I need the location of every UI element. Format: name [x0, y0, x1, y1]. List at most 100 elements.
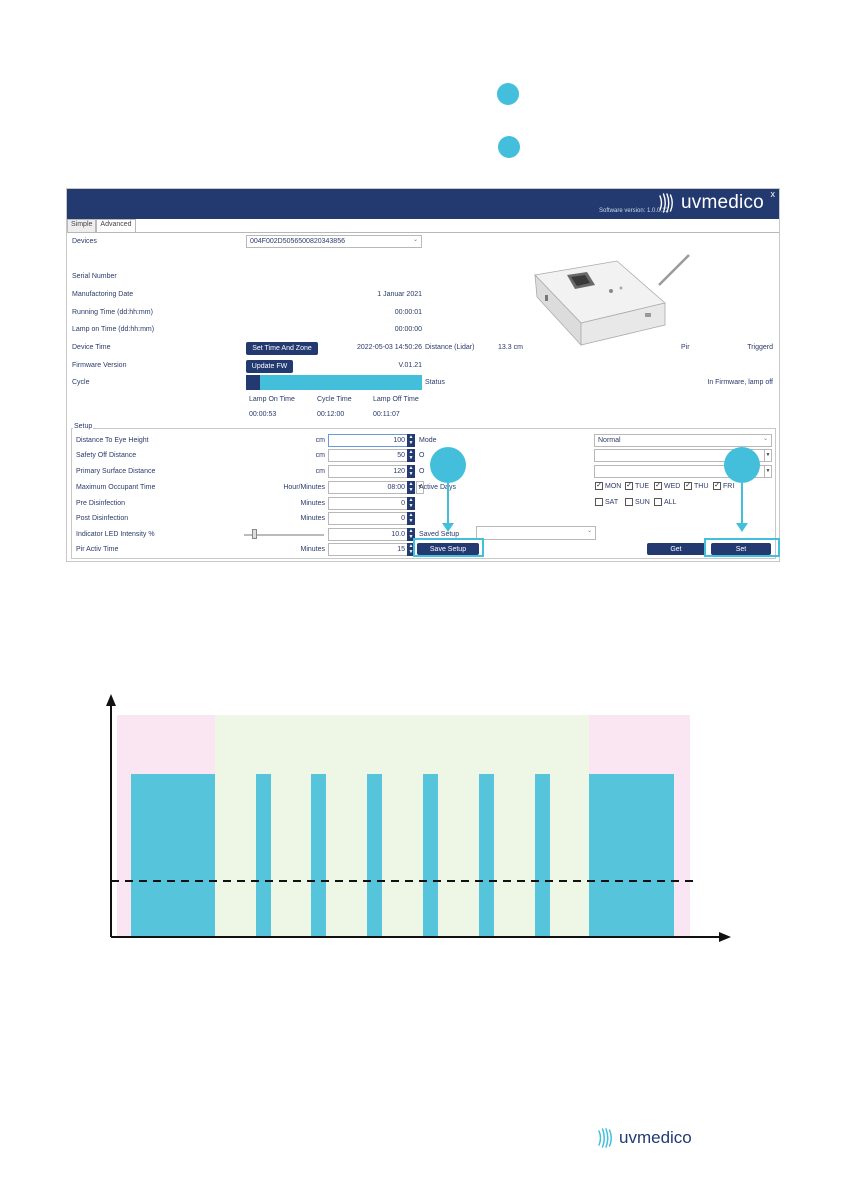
post-disinfection-spinner[interactable]: ▲ ▼: [407, 512, 415, 525]
update-fw-button[interactable]: Update FW: [246, 360, 293, 373]
setup-label-led-intensity: Indicator LED Intensity %: [76, 531, 155, 538]
footer-logo: uvmedico: [596, 1126, 692, 1150]
option-3-dropdown[interactable]: ▼: [764, 465, 772, 478]
callout-dot-save: [430, 447, 466, 483]
day-fri-checkbox[interactable]: ✓ FRI: [713, 482, 734, 490]
get-button[interactable]: Get: [647, 543, 705, 555]
devices-select[interactable]: 004F002D5056500820343856 ⌄: [246, 235, 422, 248]
option-3-label: O: [419, 468, 425, 475]
distance-eye-spinner[interactable]: ▲ ▼: [407, 434, 415, 447]
checkbox-thu[interactable]: ✓: [684, 482, 692, 490]
day-all-checkbox[interactable]: ALL: [654, 498, 676, 506]
checkbox-mon[interactable]: ✓: [595, 482, 603, 490]
devices-label: Devices: [72, 238, 97, 245]
active-days-label: Active Days: [419, 484, 456, 491]
day-sat-checkbox[interactable]: SAT: [595, 498, 618, 506]
chevron-down-icon: ⌄: [586, 528, 592, 534]
callout-box-set: [704, 538, 780, 557]
checkbox-sun[interactable]: [625, 498, 633, 506]
timeline-diagram: [106, 694, 731, 942]
running-time-label: Running Time (dd:hh:mm): [72, 309, 153, 316]
mode-label: Mode: [419, 437, 437, 444]
setup-label-safety-off: Safety Off Distance: [76, 452, 137, 459]
post-disinfection-input[interactable]: 0: [328, 512, 408, 525]
app-brand: uvmedico: [681, 192, 764, 213]
status-label: Status: [425, 379, 445, 386]
device-time-label: Device Time: [72, 344, 111, 351]
checkbox-fri[interactable]: ✓: [713, 482, 721, 490]
bar-3: [367, 774, 382, 937]
distance-value: 13.3 cm: [498, 344, 523, 351]
day-sun-checkbox[interactable]: SUN: [625, 498, 650, 506]
callout-line-save: [447, 483, 449, 525]
zone-green: [215, 715, 589, 937]
device-time-value: 2022-05-03 14:50:26: [357, 344, 422, 351]
safety-off-input[interactable]: 50: [328, 449, 408, 462]
max-occupant-spinner[interactable]: ▲ ▼: [407, 481, 415, 494]
running-time-value: 00:00:01: [394, 309, 422, 316]
step-dot-2: [498, 136, 520, 158]
bar-2: [311, 774, 326, 937]
primary-surface-spinner[interactable]: ▲ ▼: [407, 465, 415, 478]
title-bar: uvmedico Software version: 1.0.0.12 x: [67, 189, 779, 219]
setup-unit-safety-off: cm: [315, 452, 325, 459]
day-wed-checkbox[interactable]: ✓ WED: [654, 482, 680, 490]
cycle-time-value: 00:12:00: [317, 411, 345, 418]
day-mon-checkbox[interactable]: ✓ MON: [595, 482, 621, 490]
setup-label-max-occupant: Maximum Occupant Time: [76, 484, 156, 491]
distance-label: Distance (Lidar): [425, 344, 475, 351]
callout-box-save: [413, 538, 484, 557]
setup-label-pir-activ: Pir Activ Time: [76, 546, 119, 553]
checkbox-sat[interactable]: [595, 498, 603, 506]
step-dot-1: [497, 83, 519, 105]
day-fri-label: FRI: [723, 482, 735, 490]
callout-arrow-set: [736, 523, 748, 532]
setup-unit-pre-disinfection: Minutes: [300, 500, 325, 507]
day-tue-checkbox[interactable]: ✓ TUE: [625, 482, 649, 490]
tab-advanced[interactable]: Advanced: [96, 219, 136, 232]
mode-select-value: Normal: [598, 437, 621, 444]
checkbox-tue[interactable]: ✓: [625, 482, 633, 490]
day-thu-checkbox[interactable]: ✓ THU: [684, 482, 708, 490]
lamp-off-time-header: Lamp Off Time: [373, 396, 419, 403]
setup-title: Setup: [73, 423, 94, 430]
x-axis-arrow: [719, 932, 731, 942]
safety-off-spinner[interactable]: ▲ ▼: [407, 449, 415, 462]
mfg-date-label: Manufactoring Date: [72, 291, 134, 298]
callout-arrow-save: [442, 523, 454, 532]
distance-eye-input[interactable]: 100: [328, 434, 408, 447]
y-axis-arrow: [106, 694, 116, 706]
callout-line-set: [741, 483, 743, 525]
primary-surface-input[interactable]: 120: [328, 465, 408, 478]
set-time-zone-button[interactable]: Set Time And Zone: [246, 342, 318, 355]
setup-unit-primary-surface: cm: [315, 468, 325, 475]
pre-disinfection-input[interactable]: 0: [328, 497, 408, 510]
pir-value: Triggerd: [747, 344, 773, 351]
day-all-label: ALL: [664, 498, 677, 506]
pir-activ-input[interactable]: 15: [328, 543, 408, 556]
led-intensity-slider-thumb[interactable]: [252, 529, 257, 539]
bar-wide-left: [131, 774, 215, 937]
lamp-off-time-value: 00:11:07: [373, 411, 400, 418]
checkbox-all[interactable]: [654, 498, 662, 506]
saved-setup-select[interactable]: ⌄: [476, 526, 596, 540]
setup-unit-post-disinfection: Minutes: [300, 515, 325, 522]
cycle-progress-bar: [246, 375, 422, 390]
setup-label-distance-eye: Distance To Eye Height: [76, 437, 149, 444]
checkbox-wed[interactable]: ✓: [654, 482, 662, 490]
uvmedico-logo-icon: [598, 1128, 612, 1148]
pre-disinfection-spinner[interactable]: ▲ ▼: [407, 497, 415, 510]
led-intensity-input[interactable]: 10.0: [328, 528, 408, 541]
mode-select[interactable]: Normal ⌄: [594, 434, 772, 447]
tab-simple[interactable]: Simple: [67, 219, 97, 232]
lamp-on-time-value: 00:00:53: [249, 411, 277, 418]
tab-divider: [67, 232, 779, 233]
close-button[interactable]: x: [771, 189, 776, 199]
bar-6: [535, 774, 550, 937]
max-occupant-input[interactable]: 08:00: [328, 481, 408, 494]
mfg-date-value: 1 Januar 2021: [377, 291, 422, 298]
option-2-dropdown[interactable]: ▼: [764, 449, 772, 462]
status-value: In Firmware, lamp off: [707, 379, 773, 386]
chevron-down-icon: ⌄: [412, 237, 418, 243]
cycle-time-header: Cycle Time: [317, 396, 352, 403]
